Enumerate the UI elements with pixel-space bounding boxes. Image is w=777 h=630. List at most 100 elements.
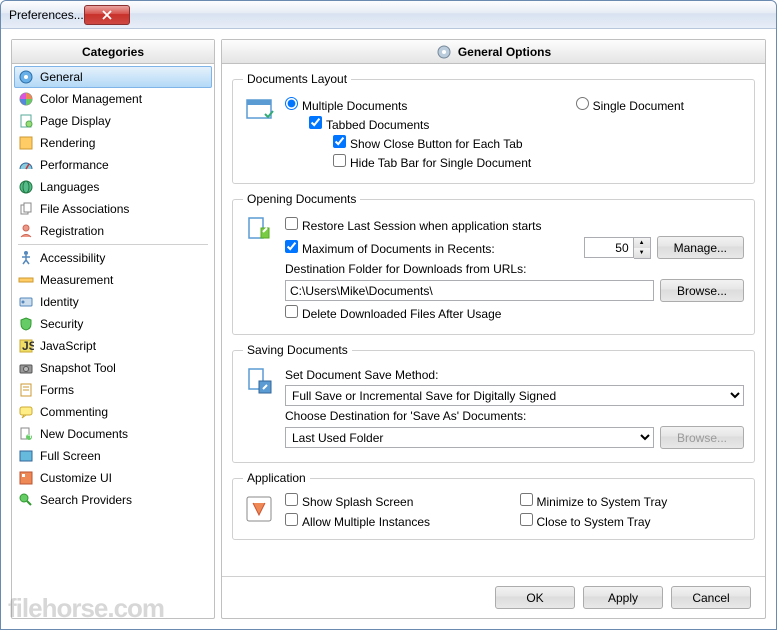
multiple-documents-radio[interactable] [285, 97, 298, 110]
identity-icon [18, 294, 34, 310]
sidebar-item-search-providers[interactable]: Search Providers [14, 489, 212, 511]
save-file-icon [243, 365, 275, 397]
sidebar-item-file-associations[interactable]: File Associations [14, 198, 212, 220]
sidebar-item-new-documents[interactable]: + New Documents [14, 423, 212, 445]
sidebar-item-customize-ui[interactable]: Customize UI [14, 467, 212, 489]
browse-dest-button[interactable]: Browse... [660, 279, 744, 302]
sidebar-item-registration[interactable]: Registration [14, 220, 212, 242]
open-file-icon [243, 214, 275, 246]
close-tray-checkbox[interactable] [520, 513, 533, 526]
sidebar-item-color-management[interactable]: Color Management [14, 88, 212, 110]
dest-folder-input[interactable] [285, 280, 654, 301]
minimize-tray-checkbox[interactable] [520, 493, 533, 506]
js-icon: JS [18, 338, 34, 354]
restore-session-checkbox[interactable] [285, 217, 298, 230]
max-recent-spinner[interactable]: ▲▼ [584, 237, 651, 259]
group-legend: Application [243, 471, 310, 485]
sidebar-item-javascript[interactable]: JS JavaScript [14, 335, 212, 357]
spinner-up[interactable]: ▲ [634, 238, 650, 248]
apply-button[interactable]: Apply [583, 586, 663, 609]
sidebar-item-security[interactable]: Security [14, 313, 212, 335]
group-legend: Opening Documents [243, 192, 360, 206]
accessibility-icon [18, 250, 34, 266]
show-close-button-checkbox-label[interactable]: Show Close Button for Each Tab [333, 135, 523, 151]
tabbed-documents-checkbox-label[interactable]: Tabbed Documents [309, 116, 429, 132]
application-group: Application Show Splash Screen Minimize … [232, 471, 755, 540]
max-recent-checkbox[interactable] [285, 240, 298, 253]
camera-icon [18, 360, 34, 376]
sidebar-item-identity[interactable]: Identity [14, 291, 212, 313]
close-icon [102, 10, 112, 20]
hide-tab-bar-checkbox-label[interactable]: Hide Tab Bar for Single Document [333, 154, 531, 170]
ruler-icon [18, 272, 34, 288]
color-wheel-icon [18, 91, 34, 107]
sidebar-item-performance[interactable]: Performance [14, 154, 212, 176]
sidebar-item-label: Commenting [40, 405, 108, 419]
saving-documents-group: Saving Documents Set Document Save Metho… [232, 343, 755, 463]
single-document-radio[interactable] [576, 97, 589, 110]
sidebar-item-page-display[interactable]: Page Display [14, 110, 212, 132]
single-document-radio-label[interactable]: Single Document [576, 97, 684, 113]
rendering-icon [18, 135, 34, 151]
splash-checkbox-label[interactable]: Show Splash Screen [285, 493, 510, 509]
sidebar-item-rendering[interactable]: Rendering [14, 132, 212, 154]
saveas-dest-select[interactable]: Last Used Folder [285, 427, 654, 448]
general-options-panel: General Options Documents Layout Multipl… [221, 39, 766, 619]
ok-button[interactable]: OK [495, 586, 575, 609]
close-button[interactable] [84, 5, 130, 25]
max-recent-checkbox-label[interactable]: Maximum of Documents in Recents: [285, 240, 495, 256]
sidebar-item-measurement[interactable]: Measurement [14, 269, 212, 291]
categories-panel: Categories General Color Management Page… [11, 39, 215, 619]
gear-icon [436, 44, 452, 60]
delete-downloaded-checkbox-label[interactable]: Delete Downloaded Files After Usage [285, 305, 501, 321]
group-legend: Documents Layout [243, 72, 351, 86]
window-title: Preferences... [9, 8, 84, 22]
sidebar-item-label: Customize UI [40, 471, 112, 485]
content-area: Categories General Color Management Page… [1, 29, 776, 629]
multiple-documents-radio-label[interactable]: Multiple Documents [285, 97, 407, 113]
sidebar-item-label: File Associations [40, 202, 129, 216]
sidebar-item-general[interactable]: General [14, 66, 212, 88]
sidebar-item-label: Registration [40, 224, 104, 238]
dest-folder-label: Destination Folder for Downloads from UR… [285, 262, 526, 276]
preferences-window: Preferences... Categories General Color … [0, 0, 777, 630]
restore-session-checkbox-label[interactable]: Restore Last Session when application st… [285, 217, 541, 233]
manage-button[interactable]: Manage... [657, 236, 744, 259]
sidebar-item-label: Snapshot Tool [40, 361, 116, 375]
sidebar-item-label: Measurement [40, 273, 113, 287]
sidebar-item-full-screen[interactable]: Full Screen [14, 445, 212, 467]
titlebar: Preferences... [1, 1, 776, 29]
categories-title: Categories [82, 45, 144, 59]
customize-icon [18, 470, 34, 486]
minimize-tray-checkbox-label[interactable]: Minimize to System Tray [520, 493, 745, 509]
sidebar-item-snapshot-tool[interactable]: Snapshot Tool [14, 357, 212, 379]
main-header: General Options [222, 40, 765, 64]
sidebar-item-languages[interactable]: Languages [14, 176, 212, 198]
sidebar-item-label: Forms [40, 383, 74, 397]
gear-icon [18, 69, 34, 85]
save-method-select[interactable]: Full Save or Incremental Save for Digita… [285, 385, 744, 406]
sidebar-item-label: Page Display [40, 114, 111, 128]
sidebar-item-commenting[interactable]: Commenting [14, 401, 212, 423]
app-icon [243, 493, 275, 525]
categories-header: Categories [12, 40, 214, 64]
sidebar-item-forms[interactable]: Forms [14, 379, 212, 401]
close-tray-checkbox-label[interactable]: Close to System Tray [520, 513, 745, 529]
dialog-footer: OK Apply Cancel [222, 576, 765, 618]
sidebar-item-label: JavaScript [40, 339, 96, 353]
allow-multiple-checkbox-label[interactable]: Allow Multiple Instances [285, 513, 510, 529]
delete-downloaded-checkbox[interactable] [285, 305, 298, 318]
search-icon [18, 492, 34, 508]
cancel-button[interactable]: Cancel [671, 586, 751, 609]
spinner-down[interactable]: ▼ [634, 248, 650, 258]
hide-tab-bar-checkbox[interactable] [333, 154, 346, 167]
splash-checkbox[interactable] [285, 493, 298, 506]
sidebar-item-accessibility[interactable]: Accessibility [14, 247, 212, 269]
allow-multiple-checkbox[interactable] [285, 513, 298, 526]
tabbed-documents-checkbox[interactable] [309, 116, 322, 129]
saveas-dest-label: Choose Destination for 'Save As' Documen… [285, 409, 526, 423]
max-recent-input[interactable] [584, 237, 634, 258]
show-close-button-checkbox[interactable] [333, 135, 346, 148]
save-method-label: Set Document Save Method: [285, 368, 438, 382]
sidebar-item-label: New Documents [40, 427, 128, 441]
